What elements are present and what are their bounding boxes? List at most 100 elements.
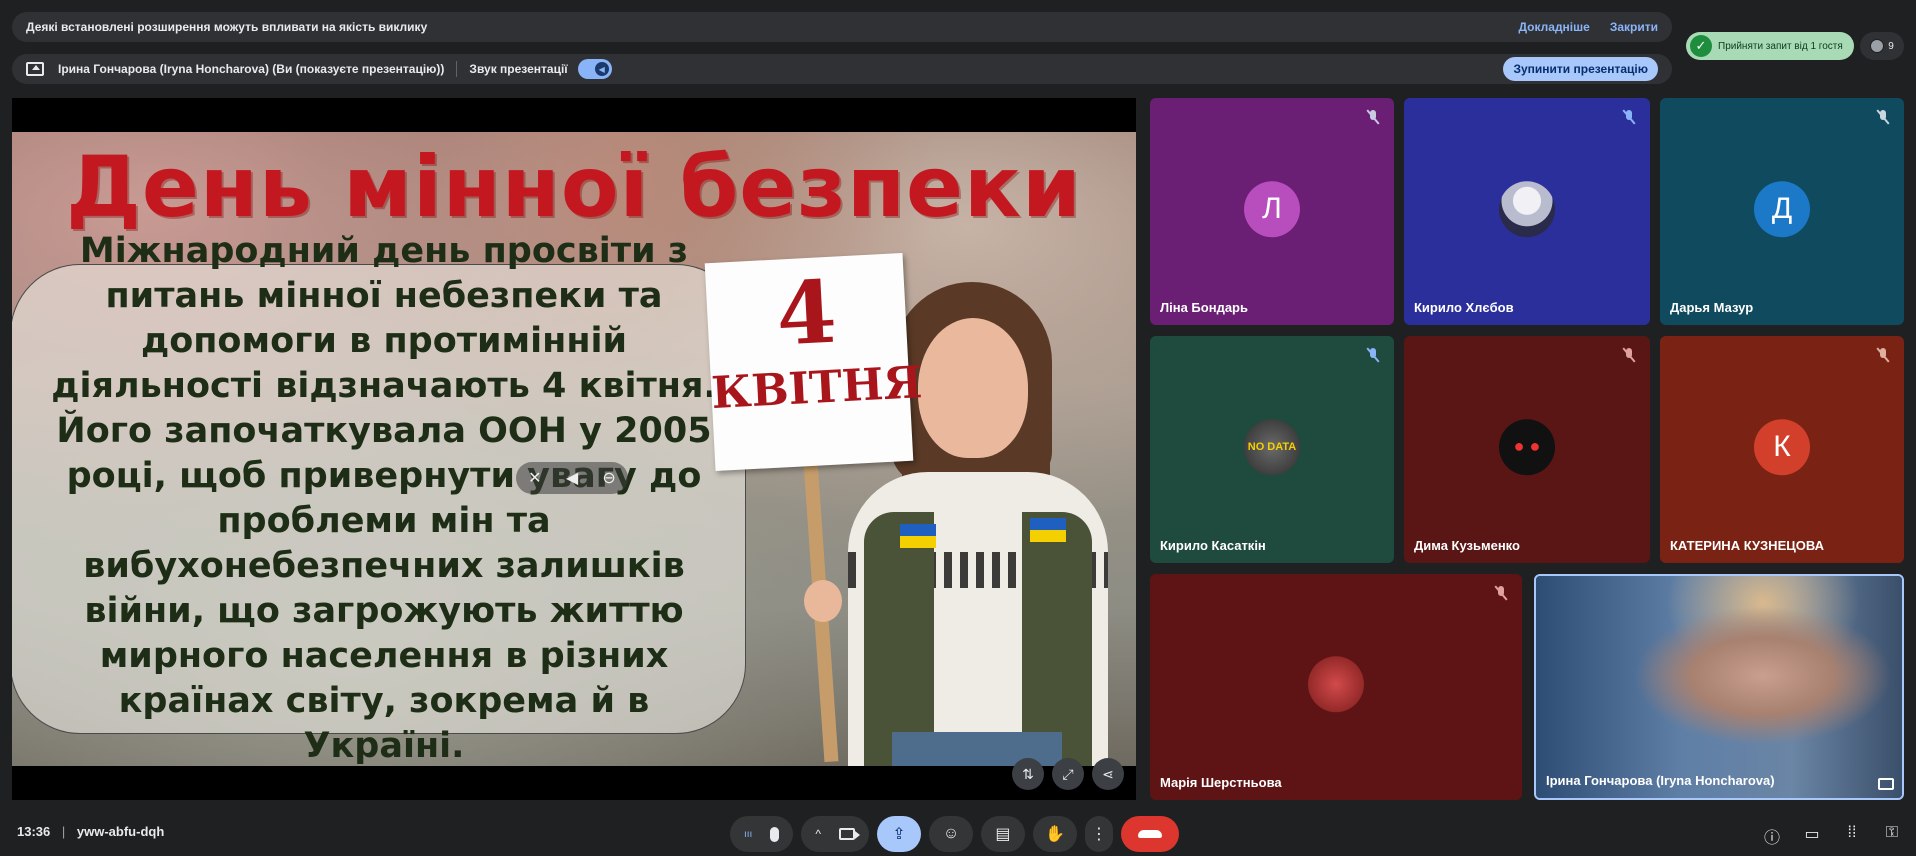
participant-name: Кирило Хлєбов <box>1414 300 1514 315</box>
slide-body-text: Міжнародний день просвіти з питань мінно… <box>51 231 717 766</box>
girl-face <box>918 318 1028 458</box>
avatar-initial: Д <box>1771 191 1793 225</box>
captions-icon: ▤ <box>995 826 1011 843</box>
camera-control[interactable]: ^ <box>801 816 869 852</box>
slide-text-box: Міжнародний день просвіти з питань мінно… <box>12 231 746 766</box>
chevron-up-icon[interactable]: ^ <box>815 827 821 841</box>
participants-chip[interactable]: 9 <box>1860 32 1904 60</box>
avatar-initial: К <box>1773 429 1791 463</box>
activities-icon[interactable]: ⁞⁞ <box>1842 824 1862 848</box>
volume-icon[interactable]: ◀ <box>566 468 578 488</box>
camera-icon[interactable] <box>838 828 860 840</box>
minus-circle-icon[interactable]: ⊖ <box>602 468 615 488</box>
emoji-icon: ☺ <box>942 825 960 842</box>
slide-title: День мінної безпеки <box>66 138 1082 236</box>
slide: День мінної безпеки Міжнародний день про… <box>12 132 1136 766</box>
accept-guest-button[interactable]: ✓ Прийняти запит від 1 гостя <box>1686 32 1854 60</box>
mic-off-icon <box>1362 344 1384 366</box>
mic-off-icon <box>1618 106 1640 128</box>
unpin-icon[interactable]: ⇅ <box>1012 758 1044 790</box>
participants-count: 9 <box>1888 40 1894 52</box>
clock-time: 13:36 <box>17 824 51 839</box>
presenting-bar: Ірина Гончарова (Iryna Honcharova) (Ви (… <box>12 54 1672 84</box>
self-camera-video <box>1536 576 1902 798</box>
avatar: Д <box>1754 180 1810 237</box>
participant-tile[interactable]: NO DATA Кирило Касаткін <box>1150 336 1394 563</box>
participant-name: Марія Шерстньова <box>1160 775 1282 790</box>
participant-name: Дима Кузьменко <box>1414 538 1520 553</box>
learn-more-link[interactable]: Докладніше <box>1518 20 1589 34</box>
participant-name: КАТЕРИНА КУЗНЕЦОВА <box>1670 538 1824 553</box>
sign-number: 4 <box>773 261 839 366</box>
avatar: ● ● <box>1499 418 1555 475</box>
mic-off-icon <box>1872 106 1894 128</box>
audio-level-icon: ııı <box>744 828 753 840</box>
leave-call-button[interactable] <box>1120 816 1179 852</box>
presentation-tools: ⇅ ⤢ ⋖ <box>1012 758 1124 790</box>
ukraine-flag-patch <box>900 524 936 548</box>
participant-tile[interactable]: Л Ліна Бондарь <box>1150 98 1394 325</box>
participant-tile[interactable]: ● ● Дима Кузьменко <box>1404 336 1650 563</box>
accept-guest-label: Прийняти запит від 1 гостя <box>1718 40 1843 52</box>
side-panel-controls: ⓘ ▭ ⁞⁞ ⚿ <box>1762 824 1902 848</box>
presentation-sound-label: Звук презентації <box>469 62 568 76</box>
host-controls-icon[interactable]: ⚿ <box>1882 824 1902 848</box>
mic-off-icon <box>1362 106 1384 128</box>
self-video-tile[interactable]: Ірина Гончарова (Iryna Honcharova) <box>1534 574 1904 800</box>
avatar: NO DATA <box>1244 418 1300 475</box>
more-options-button[interactable]: ⋮ <box>1084 816 1113 852</box>
mic-off-icon <box>1618 344 1640 366</box>
mic-off-icon <box>1490 582 1512 604</box>
call-controls: ııı ^ ⇪ ☺ ▤ ✋ ⋮ <box>730 816 1179 852</box>
vest-right <box>1022 512 1092 766</box>
present-now-button[interactable]: ⇪ <box>876 816 921 852</box>
slide-media-controls: ✕ ◀ ⊖ <box>516 462 628 494</box>
participant-tile[interactable]: Марія Шерстньова <box>1150 574 1522 800</box>
participant-name: Кирило Касаткін <box>1160 538 1266 553</box>
close-banner-button[interactable]: Закрити <box>1610 20 1658 34</box>
presenting-screen-icon <box>1878 778 1894 790</box>
info-icon[interactable]: ⓘ <box>1762 824 1782 848</box>
mute-icon[interactable]: ✕ <box>528 468 541 488</box>
avatar <box>1308 656 1364 713</box>
chat-icon[interactable]: ▭ <box>1802 824 1822 848</box>
avatar: Л <box>1244 180 1300 237</box>
meeting-info: 13:36 | yww-abfu-dqh <box>17 824 164 839</box>
presenter-label: Ірина Гончарова (Iryna Honcharova) (Ви (… <box>58 62 445 76</box>
participant-name: Дарья Мазур <box>1670 300 1754 315</box>
microphone-icon[interactable] <box>770 826 780 842</box>
present-screen-icon: ⇪ <box>892 826 906 843</box>
share-icon[interactable]: ⋖ <box>1092 758 1124 790</box>
hand-icon: ✋ <box>1045 826 1065 843</box>
participant-name: Ірина Гончарова (Iryna Honcharova) <box>1546 773 1775 788</box>
banner-message: Деякі встановлені розширення можуть впли… <box>26 20 428 34</box>
stop-presenting-button[interactable]: Зупинити презентацію <box>1503 57 1658 81</box>
presentation-area: День мінної безпеки Міжнародний день про… <box>12 98 1136 800</box>
bottom-toolbar: 13:36 | yww-abfu-dqh ııı ^ ⇪ ☺ ▤ ✋ ⋮ ⓘ ▭… <box>0 808 1916 856</box>
participant-tile[interactable]: Д Дарья Мазур <box>1660 98 1904 325</box>
check-icon: ✓ <box>1690 35 1712 57</box>
microphone-control[interactable]: ııı <box>730 816 794 852</box>
presentation-sound-toggle[interactable]: ◀ <box>577 59 612 79</box>
extensions-warning-banner: Деякі встановлені розширення можуть впли… <box>12 12 1672 42</box>
fullscreen-icon[interactable]: ⤢ <box>1052 758 1084 790</box>
volume-icon: ◀ <box>594 62 609 76</box>
reactions-button[interactable]: ☺ <box>928 816 973 852</box>
ukraine-flag-patch <box>1030 518 1066 542</box>
divider: | <box>61 824 66 839</box>
participant-avatars-icon <box>1870 39 1885 53</box>
raise-hand-button[interactable]: ✋ <box>1032 816 1077 852</box>
vest-left <box>864 512 934 766</box>
avatar: К <box>1754 418 1810 475</box>
avatar <box>1499 180 1555 237</box>
girl-hand <box>804 580 842 622</box>
participant-tile[interactable]: К КАТЕРИНА КУЗНЕЦОВА <box>1660 336 1904 563</box>
more-vert-icon: ⋮ <box>1090 826 1107 843</box>
hang-up-icon <box>1137 830 1162 838</box>
present-screen-icon <box>26 62 44 76</box>
participant-tile[interactable]: Кирило Хлєбов <box>1404 98 1650 325</box>
meeting-code: yww-abfu-dqh <box>76 824 165 839</box>
captions-button[interactable]: ▤ <box>980 816 1025 852</box>
avatar-no-data-text: NO DATA <box>1247 440 1297 453</box>
participant-name: Ліна Бондарь <box>1160 300 1248 315</box>
